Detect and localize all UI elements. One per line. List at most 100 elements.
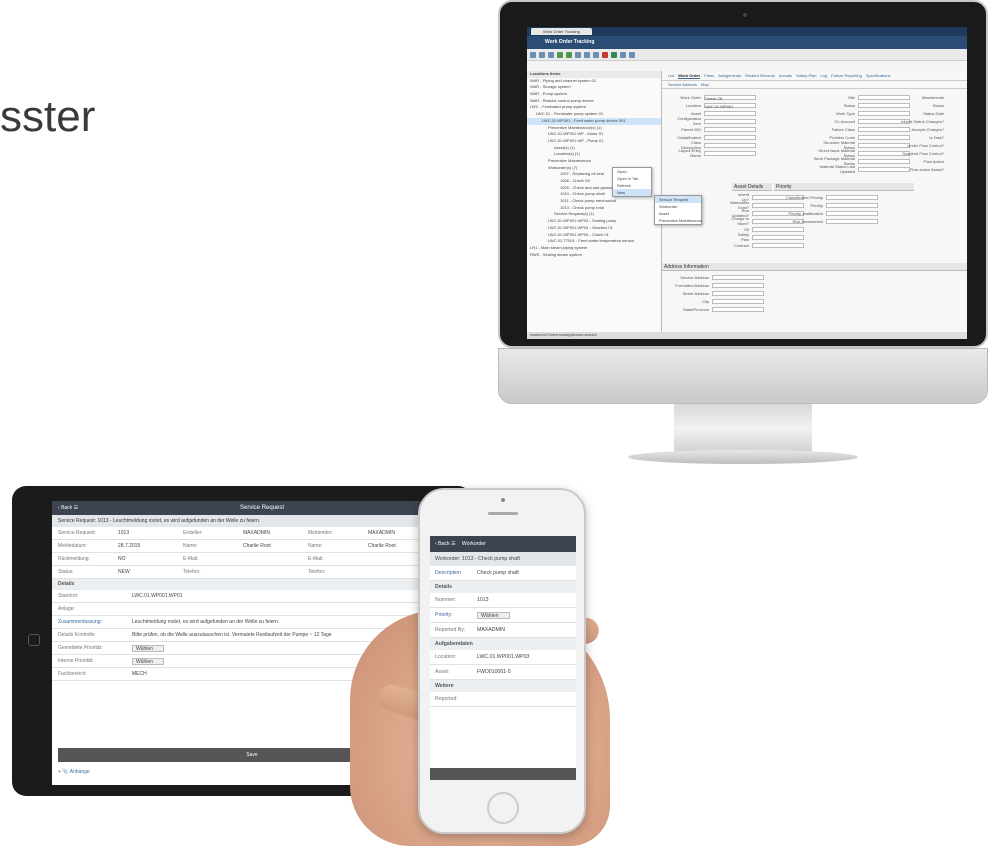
record-tab[interactable]: Plans xyxy=(704,73,714,78)
tree-item[interactable]: LWC.01.WP001.WP03 - Sealing pump xyxy=(527,218,661,225)
tree-item[interactable]: WAR - Storage system xyxy=(527,84,661,91)
tree-item[interactable]: LWC - Feedwater pump system xyxy=(527,104,661,111)
form-label: Classification xyxy=(677,134,701,140)
record-tab[interactable]: List xyxy=(668,73,674,78)
record-tab[interactable]: Work Order xyxy=(678,73,701,79)
description-link[interactable]: Description xyxy=(435,570,477,576)
print-icon[interactable] xyxy=(584,51,590,58)
form-field[interactable] xyxy=(704,110,756,116)
form-field[interactable]: LWC.01.WP001 xyxy=(704,102,756,109)
back-button[interactable]: ‹ Back ☰ xyxy=(58,505,78,511)
context-menu-item[interactable]: Refresh xyxy=(613,182,651,189)
tree-item[interactable]: LWC.01.TT001 - Feed water temperature se… xyxy=(527,238,661,245)
help-icon[interactable] xyxy=(620,51,626,58)
tree-item[interactable]: LWC.01.WP001.WP04 - Gearbox 01 xyxy=(527,225,661,232)
form-row: Priority Justification xyxy=(774,209,878,217)
tree-item[interactable]: 1013 - Check pump rotor xyxy=(527,205,661,212)
bulletin-icon[interactable] xyxy=(602,51,608,58)
back-arrow-icon[interactable] xyxy=(557,51,563,58)
tree-item[interactable]: Location(s) (1) xyxy=(527,151,661,158)
phone-home-button[interactable] xyxy=(487,792,519,824)
tree-item[interactable]: LWC.01.WP001 - Feed water pump device 00… xyxy=(527,117,661,125)
form-field[interactable] xyxy=(826,194,878,200)
tree-item[interactable]: Preventive Maintenance(s) (1) xyxy=(527,125,661,132)
browser-tab[interactable]: Work Order Tracking xyxy=(531,28,592,35)
form-field[interactable] xyxy=(752,234,804,240)
priority-header[interactable]: Priority xyxy=(774,183,914,191)
record-tab[interactable]: Safety Plan xyxy=(796,73,816,78)
record-tab[interactable]: Specifications xyxy=(866,73,891,78)
context-menu-item[interactable]: New xyxy=(613,189,651,196)
form-field[interactable] xyxy=(712,290,764,296)
phone-save-button[interactable] xyxy=(430,768,576,780)
record-subtab[interactable]: Map xyxy=(701,82,709,87)
field-value[interactable]: Wählen xyxy=(132,644,164,652)
priority-picker[interactable]: Wählen xyxy=(477,611,510,619)
asset-details-header[interactable]: Asset Details xyxy=(732,183,772,191)
tree-item[interactable]: 1011 - Check pump mechanical xyxy=(527,198,661,205)
phone-speaker xyxy=(488,512,518,515)
edit-icon[interactable] xyxy=(548,51,554,58)
submenu-item[interactable]: Preventive Maintenance xyxy=(655,217,702,224)
report-icon[interactable] xyxy=(629,51,635,58)
field-value: Leuchtmeldung rostet, es wird aufgefunde… xyxy=(132,619,280,625)
form-field[interactable] xyxy=(704,150,756,156)
context-menu-item[interactable]: Open in Tab xyxy=(613,175,651,182)
context-menu-item[interactable]: Open xyxy=(613,168,651,175)
attach-icon[interactable] xyxy=(593,51,599,58)
forward-arrow-icon[interactable] xyxy=(566,51,572,58)
form-field[interactable] xyxy=(712,282,764,288)
submenu-item[interactable]: Workorder xyxy=(655,203,701,210)
form-label: Priority Justification xyxy=(788,210,823,216)
form-row: Flow action Assist? xyxy=(877,165,947,173)
find-icon[interactable] xyxy=(530,51,536,58)
tablet-home-button[interactable] xyxy=(28,634,40,646)
attachments-link[interactable]: + 📎 Anhänge xyxy=(58,769,90,775)
form-field[interactable] xyxy=(826,218,878,224)
save-icon[interactable] xyxy=(539,51,545,58)
tree-item[interactable]: LWC.01 - Feedwater pump system 01 xyxy=(527,111,661,118)
form-label: State/Province xyxy=(682,306,709,312)
record-tab[interactable]: Log xyxy=(820,73,827,78)
phone-more-title: Weitere xyxy=(430,680,576,692)
form-field[interactable] xyxy=(752,226,804,232)
submenu-item[interactable]: Service Request xyxy=(655,196,701,203)
tree-item[interactable]: LR1 - Main steam piping system xyxy=(527,245,661,252)
form-field[interactable]: Check Oil xyxy=(704,94,756,101)
field-value: 1013 xyxy=(118,530,130,536)
record-tab[interactable]: Assignments xyxy=(718,73,741,78)
form-field[interactable] xyxy=(752,242,804,248)
form-field[interactable] xyxy=(704,142,756,148)
record-subtab[interactable]: Service Address xyxy=(668,82,697,87)
form-field[interactable] xyxy=(712,298,764,304)
tree-item[interactable]: LWC.01.WP001.WP - Pump 01 xyxy=(527,138,661,145)
submenu-item[interactable]: Asset xyxy=(655,210,701,217)
tree-item[interactable]: Service Request(s) (1) xyxy=(527,211,661,218)
tree-item[interactable]: WAR - Reactor control pump device xyxy=(527,98,661,105)
form-field[interactable] xyxy=(712,306,764,312)
form-label: City xyxy=(702,298,709,304)
field-value[interactable]: Wählen xyxy=(132,657,164,665)
form-field[interactable] xyxy=(704,118,756,124)
record-tab[interactable]: Failure Reporting xyxy=(831,73,862,78)
record-tab[interactable]: Actuals xyxy=(779,73,792,78)
phone-back-button[interactable]: ‹ Back ☰ xyxy=(435,541,456,547)
form-field[interactable] xyxy=(826,210,878,216)
form-field[interactable] xyxy=(704,134,756,140)
form-label: GL Account xyxy=(834,118,855,124)
record-tab[interactable]: Related Records xyxy=(745,73,775,78)
tree-item[interactable]: Asset(s) (1) xyxy=(527,145,661,152)
tree-item[interactable]: Preventive Maintenance xyxy=(527,158,661,165)
tree-item[interactable]: LWC.01.WP001.WP - Motor 01 xyxy=(527,131,661,138)
form-field[interactable] xyxy=(712,274,764,280)
phone-reported2-row: Reported: xyxy=(430,692,576,707)
location-value[interactable]: LWC.01.WP001.WP03 xyxy=(477,654,529,660)
tree-item[interactable]: LWC.01.WP001.WP05 - Clutch 01 xyxy=(527,232,661,239)
tree-item[interactable]: WAR - Piping and channel system 01 xyxy=(527,78,661,85)
form-field[interactable] xyxy=(826,202,878,208)
tree-item[interactable]: RWS - Sealing steam system xyxy=(527,252,661,259)
tree-item[interactable]: WAR - Pump system xyxy=(527,91,661,98)
form-field[interactable] xyxy=(704,126,756,132)
workflow-icon[interactable] xyxy=(611,51,617,58)
route-icon[interactable] xyxy=(575,51,581,58)
